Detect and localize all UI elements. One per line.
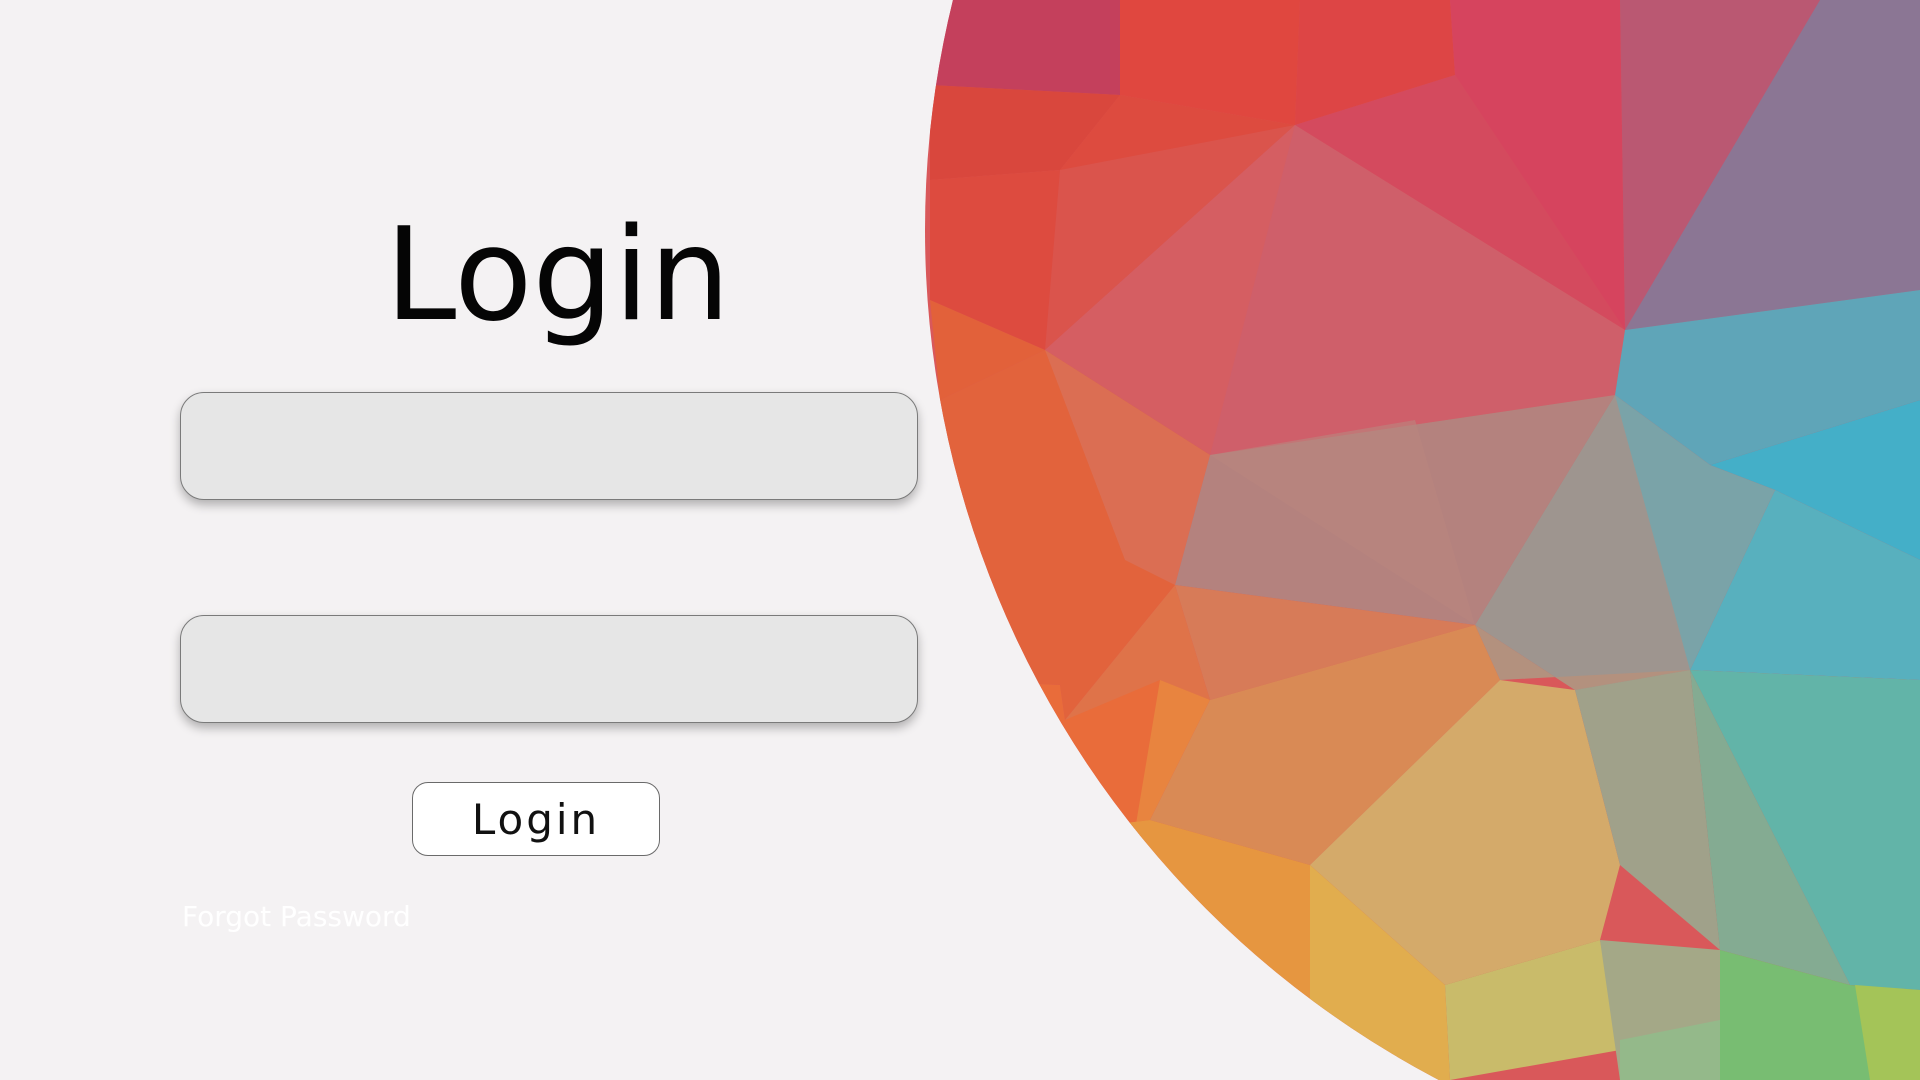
password-field[interactable] [180, 615, 918, 723]
page-title: Login [385, 201, 731, 350]
forgot-password-link[interactable]: Forgot Password [182, 900, 411, 933]
login-page: Login Login Forgot Password [0, 0, 1920, 1080]
login-button[interactable]: Login [412, 782, 660, 856]
username-field[interactable] [180, 392, 918, 500]
